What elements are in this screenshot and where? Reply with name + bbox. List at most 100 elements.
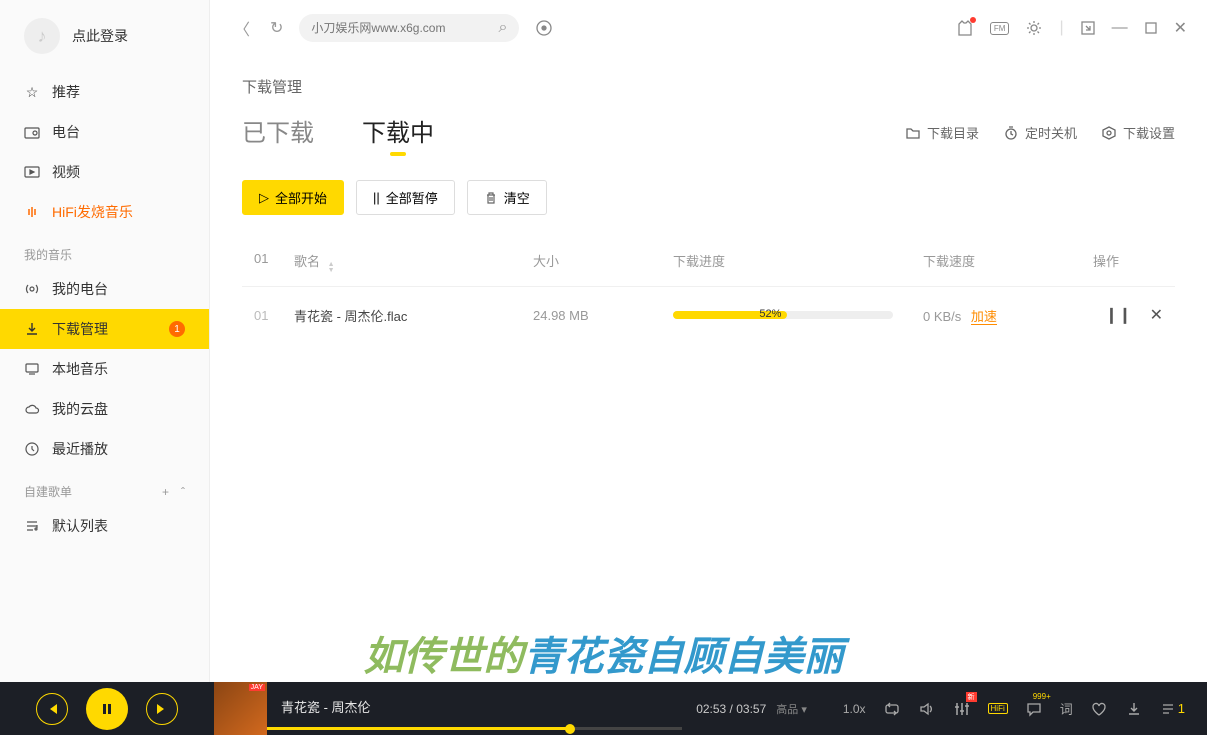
button-label: 清空 xyxy=(504,188,530,207)
search-box[interactable]: ⌕ xyxy=(299,14,519,42)
radio-icon xyxy=(24,124,40,140)
action-label: 下载设置 xyxy=(1123,123,1175,142)
sidebar-item-cloud-disk[interactable]: 我的云盘 xyxy=(0,389,209,429)
sidebar-item-default-playlist[interactable]: 默认列表 xyxy=(0,506,209,546)
search-input[interactable] xyxy=(311,21,490,35)
sidebar-item-recent-play[interactable]: 最近播放 xyxy=(0,429,209,469)
minimize-icon[interactable]: — xyxy=(1112,19,1128,37)
sidebar-item-recommend[interactable]: ☆ 推荐 xyxy=(0,72,209,112)
next-button[interactable] xyxy=(146,693,178,725)
song-title: 青花瓷 - 周杰伦 xyxy=(281,697,668,716)
table-header: 01 歌名 ▲▼ 大小 下载进度 下载速度 操作 xyxy=(242,239,1175,287)
mini-icon[interactable] xyxy=(1080,20,1096,36)
sidebar-item-label: 下载管理 xyxy=(52,319,108,339)
cloud-icon xyxy=(24,401,40,417)
sidebar-item-label: 本地音乐 xyxy=(52,359,108,379)
listen-recognize-icon[interactable] xyxy=(531,15,557,41)
sidebar-item-label: 默认列表 xyxy=(52,516,108,536)
back-icon[interactable]: 〈 xyxy=(230,12,254,44)
login-row[interactable]: ♪ 点此登录 xyxy=(0,0,209,72)
row-index: 01 xyxy=(254,308,294,323)
sidebar-item-label: 电台 xyxy=(52,122,80,142)
action-download-settings[interactable]: 下载设置 xyxy=(1101,123,1175,142)
action-timer-shutdown[interactable]: 定时关机 xyxy=(1003,123,1077,142)
action-label: 下载目录 xyxy=(927,123,979,142)
sidebar-item-label: 我的电台 xyxy=(52,279,108,299)
tabs-row: 已下载 下载中 下载目录 定时关机 下载设置 xyxy=(242,113,1175,152)
trash-icon xyxy=(484,191,498,205)
sidebar-item-download-manager[interactable]: 下载管理 1 xyxy=(0,309,209,349)
sidebar-item-video[interactable]: 视频 xyxy=(0,152,209,192)
delete-row-icon[interactable]: ✕ xyxy=(1150,305,1163,325)
player-download-icon[interactable] xyxy=(1125,700,1143,718)
col-name[interactable]: 歌名 ▲▼ xyxy=(294,251,533,274)
favorite-icon[interactable] xyxy=(1090,700,1108,718)
col-ops: 操作 xyxy=(1093,251,1163,274)
clear-button[interactable]: 清空 xyxy=(467,180,547,215)
refresh-icon[interactable]: ↻ xyxy=(266,14,287,42)
prev-button[interactable] xyxy=(36,693,68,725)
button-label: 全部开始 xyxy=(275,188,327,207)
main-content: 下载管理 已下载 下载中 下载目录 定时关机 下载设置 ▷ 全部开始 || 全部 xyxy=(210,56,1207,682)
pause-icon: || xyxy=(373,190,380,205)
sidebar: ♪ 点此登录 ☆ 推荐 电台 视频 HiFi发烧音乐 我的音乐 我的电台 下载管… xyxy=(0,0,210,682)
quality-selector[interactable]: 高品 ▾ xyxy=(776,701,807,717)
sidebar-item-hifi[interactable]: HiFi发烧音乐 xyxy=(0,192,209,232)
sort-icon[interactable]: ▲▼ xyxy=(328,262,335,274)
play-pause-button[interactable] xyxy=(86,688,128,730)
folder-icon xyxy=(905,125,921,141)
album-art[interactable]: JAY xyxy=(214,682,267,735)
timer-icon xyxy=(1003,125,1019,141)
progress-percent: 52% xyxy=(759,308,781,320)
song-progress[interactable] xyxy=(267,727,682,730)
section-my-music: 我的音乐 xyxy=(0,232,209,269)
button-label: 全部暂停 xyxy=(386,188,438,207)
start-all-button[interactable]: ▷ 全部开始 xyxy=(242,180,344,215)
collapse-icon[interactable]: ˆ xyxy=(181,485,185,499)
pause-all-button[interactable]: || 全部暂停 xyxy=(356,180,455,215)
table-row: 01 青花瓷 - 周杰伦.flac 24.98 MB 52% 0 KB/s 加速… xyxy=(242,287,1175,343)
pause-row-icon[interactable]: ❙❙ xyxy=(1105,305,1132,325)
skin-icon[interactable] xyxy=(956,19,974,37)
comment-icon[interactable]: 999+ xyxy=(1025,700,1043,718)
add-playlist-icon[interactable]: + xyxy=(162,485,169,499)
row-filename: 青花瓷 - 周杰伦.flac xyxy=(294,306,533,325)
broadcast-icon xyxy=(24,281,40,297)
col-index: 01 xyxy=(254,251,294,274)
tab-downloading[interactable]: 下载中 xyxy=(362,113,434,152)
video-icon xyxy=(24,164,40,180)
queue-button[interactable]: 1 xyxy=(1160,701,1185,717)
play-icon: ▷ xyxy=(259,190,269,206)
sidebar-item-my-radio[interactable]: 我的电台 xyxy=(0,269,209,309)
page-title: 下载管理 xyxy=(242,76,1175,97)
star-icon: ☆ xyxy=(24,84,40,100)
fm-icon[interactable]: FM xyxy=(990,22,1010,35)
close-icon[interactable]: ✕ xyxy=(1174,18,1187,38)
action-download-dir[interactable]: 下载目录 xyxy=(905,123,979,142)
volume-icon[interactable] xyxy=(918,700,936,718)
sidebar-item-label: 最近播放 xyxy=(52,439,108,459)
soundwave-icon xyxy=(24,204,40,220)
button-row: ▷ 全部开始 || 全部暂停 清空 xyxy=(242,180,1175,215)
clock-icon xyxy=(24,441,40,457)
sidebar-item-local-music[interactable]: 本地音乐 xyxy=(0,349,209,389)
speedup-link[interactable]: 加速 xyxy=(971,309,997,325)
search-icon[interactable]: ⌕ xyxy=(498,19,507,37)
action-label: 定时关机 xyxy=(1025,123,1077,142)
playback-speed[interactable]: 1.0x xyxy=(843,702,866,716)
hifi-badge[interactable]: HiFi xyxy=(988,703,1008,714)
player-bar: JAY 青花瓷 - 周杰伦 02:53 / 03:57 高品 ▾ 1.0x 新 … xyxy=(0,682,1207,735)
loop-icon[interactable] xyxy=(883,700,901,718)
tab-downloaded[interactable]: 已下载 xyxy=(242,113,314,152)
sidebar-item-radio[interactable]: 电台 xyxy=(0,112,209,152)
time-display: 02:53 / 03:57 xyxy=(696,702,766,716)
sidebar-item-label: 我的云盘 xyxy=(52,399,108,419)
lyrics-icon[interactable]: 词 xyxy=(1060,699,1073,718)
col-size: 大小 xyxy=(533,251,673,274)
sidebar-item-label: 推荐 xyxy=(52,82,80,102)
song-info: 青花瓷 - 周杰伦 xyxy=(267,697,682,720)
gear-icon[interactable] xyxy=(1025,19,1043,37)
row-progress: 52% xyxy=(673,311,923,319)
equalizer-icon[interactable]: 新 xyxy=(953,700,971,718)
maximize-icon[interactable] xyxy=(1144,21,1158,35)
